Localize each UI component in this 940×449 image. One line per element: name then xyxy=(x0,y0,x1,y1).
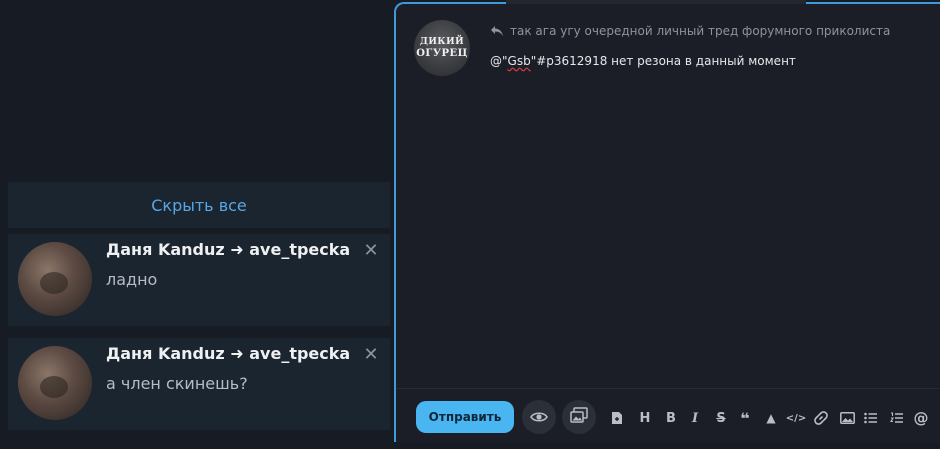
notification-text: ладно xyxy=(106,270,158,289)
close-icon[interactable]: ✕ xyxy=(362,346,380,364)
forum-logo: ДИКИЙ ОГУРЕЦ xyxy=(414,20,470,76)
eye-icon xyxy=(530,408,548,427)
link-icon[interactable] xyxy=(812,409,830,427)
notification-item[interactable]: Даня Kanduz ➜ ave_tpecka ладно ✕ xyxy=(8,234,390,326)
strikethrough-icon[interactable]: S xyxy=(712,409,730,427)
mention-icon[interactable]: @ xyxy=(912,409,930,427)
close-icon[interactable]: ✕ xyxy=(362,242,380,260)
quoted-post[interactable]: так ага угу очередной личный тред форумн… xyxy=(490,24,890,38)
gallery-button[interactable] xyxy=(562,400,596,434)
send-button[interactable]: Отправить xyxy=(416,401,514,433)
mention-name: Gsb xyxy=(507,54,531,68)
bold-icon[interactable]: B xyxy=(662,409,680,427)
message-prefix: @" xyxy=(490,54,508,68)
quote-text: так ага угу очередной личный тред форумн… xyxy=(510,24,891,38)
warning-icon[interactable]: ▲ xyxy=(762,409,780,427)
preview-button[interactable] xyxy=(522,400,556,434)
reply-arrow-icon xyxy=(490,25,504,37)
scrolled-content-strip xyxy=(506,0,806,4)
message-text[interactable]: @"Gsb"#p3612918 нет резона в данный моме… xyxy=(490,54,796,68)
notification-title[interactable]: Даня Kanduz ➜ ave_tpecka xyxy=(106,344,350,363)
numbered-list-icon[interactable] xyxy=(888,409,906,427)
heading-icon[interactable]: H xyxy=(636,409,654,427)
notification-text: а член скинешь? xyxy=(106,374,248,393)
notification-item[interactable]: Даня Kanduz ➜ ave_tpecka а член скинешь?… xyxy=(8,338,390,430)
avatar[interactable] xyxy=(18,346,92,420)
notifications-panel: Скрыть все Даня Kanduz ➜ ave_tpecka ладн… xyxy=(8,182,390,433)
editor-toolbar: Отправить H B I S ❝ ▲ </> @ xyxy=(396,388,940,449)
logo-line-1: ДИКИЙ xyxy=(419,37,465,47)
image-icon[interactable] xyxy=(838,409,856,427)
quote-icon[interactable]: ❝ xyxy=(736,409,754,428)
hide-all-button[interactable]: Скрыть все xyxy=(8,182,390,228)
images-icon xyxy=(570,407,588,427)
notification-title[interactable]: Даня Kanduz ➜ ave_tpecka xyxy=(106,240,350,259)
message-suffix: "#p3612918 нет резона в данный момент xyxy=(530,54,796,68)
code-icon[interactable]: </> xyxy=(786,409,806,427)
logo-line-2: ОГУРЕЦ xyxy=(416,48,468,59)
italic-icon[interactable]: I xyxy=(686,409,704,427)
reply-editor[interactable]: ДИКИЙ ОГУРЕЦ так ага угу очередной личны… xyxy=(394,0,940,442)
avatar[interactable] xyxy=(18,242,92,316)
bullet-list-icon[interactable] xyxy=(862,409,880,427)
file-icon[interactable] xyxy=(608,409,626,427)
